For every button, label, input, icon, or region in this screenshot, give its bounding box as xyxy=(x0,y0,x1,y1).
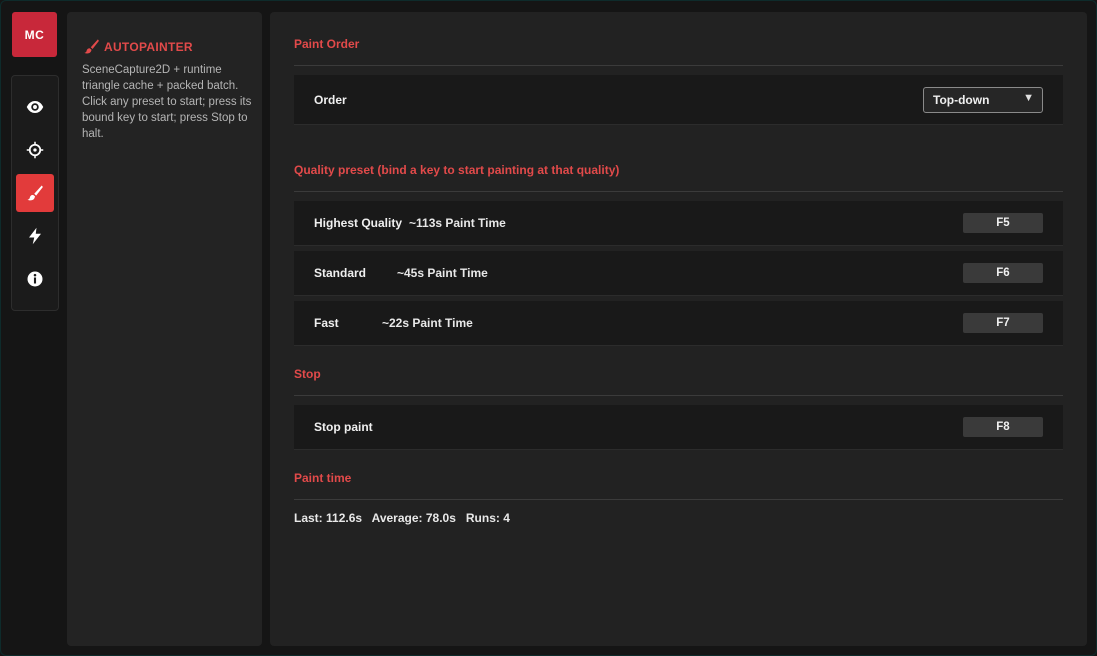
sidebar-rail xyxy=(11,75,59,311)
divider xyxy=(294,65,1063,66)
preset-time: ~45s Paint Time xyxy=(397,266,488,280)
sidebar-item-autopainter[interactable] xyxy=(16,174,54,212)
lightning-icon xyxy=(29,227,41,245)
keybind-button-fast[interactable]: F7 xyxy=(963,313,1043,333)
keybind-button-standard[interactable]: F6 xyxy=(963,263,1043,283)
sidebar-item-info[interactable] xyxy=(16,260,54,298)
crosshair-icon xyxy=(26,141,44,159)
info-panel: AUTOPAINTER SceneCapture2D + runtime tri… xyxy=(67,12,262,646)
sidebar-item-power[interactable] xyxy=(16,217,54,255)
keybind-button-highest[interactable]: F5 xyxy=(963,213,1043,233)
preset-time: ~113s Paint Time xyxy=(409,216,506,230)
divider xyxy=(294,395,1063,396)
brush-icon xyxy=(84,39,99,54)
eye-icon xyxy=(26,101,44,113)
preset-name: Highest Quality xyxy=(314,216,403,230)
preset-time: ~22s Paint Time xyxy=(382,316,473,330)
section-title-paint-time: Paint time xyxy=(294,471,352,485)
order-dropdown[interactable]: Top-down ▼ xyxy=(923,87,1043,113)
settings-panel: Paint Order Order Top-down ▼ Quality pre… xyxy=(270,12,1087,646)
sidebar-item-aim[interactable] xyxy=(16,131,54,169)
setting-row-order: Order Top-down ▼ xyxy=(294,75,1063,125)
brush-icon xyxy=(27,185,43,201)
preset-row-fast[interactable]: Fast ~22s Paint Time F7 xyxy=(294,301,1063,346)
chevron-down-icon: ▼ xyxy=(1023,92,1034,104)
order-dropdown-value: Top-down xyxy=(933,93,990,107)
panel-title-text: AUTOPAINTER xyxy=(104,39,193,54)
order-label: Order xyxy=(314,92,347,107)
paint-time-stats: Last: 112.6s Average: 78.0s Runs: 4 xyxy=(294,511,510,525)
avatar[interactable]: MC xyxy=(12,12,57,57)
divider xyxy=(294,499,1063,500)
panel-title: AUTOPAINTER xyxy=(83,38,193,55)
preset-row-standard[interactable]: Standard ~45s Paint Time F6 xyxy=(294,251,1063,296)
stop-label: Stop paint xyxy=(314,420,373,434)
section-title-paint-order: Paint Order xyxy=(294,37,360,51)
panel-description: SceneCapture2D + runtime triangle cache … xyxy=(82,64,252,140)
setting-row-stop[interactable]: Stop paint F8 xyxy=(294,405,1063,450)
preset-row-highest[interactable]: Highest Quality ~113s Paint Time F5 xyxy=(294,201,1063,246)
keybind-button-stop[interactable]: F8 xyxy=(963,417,1043,437)
preset-name: Standard xyxy=(314,266,367,280)
info-icon xyxy=(27,271,43,287)
section-title-stop: Stop xyxy=(294,367,321,381)
divider xyxy=(294,191,1063,192)
preset-name: Fast xyxy=(314,316,339,330)
sidebar-item-visuals[interactable] xyxy=(16,88,54,126)
avatar-initials: MC xyxy=(24,27,45,42)
section-title-quality: Quality preset (bind a key to start pain… xyxy=(294,163,620,177)
